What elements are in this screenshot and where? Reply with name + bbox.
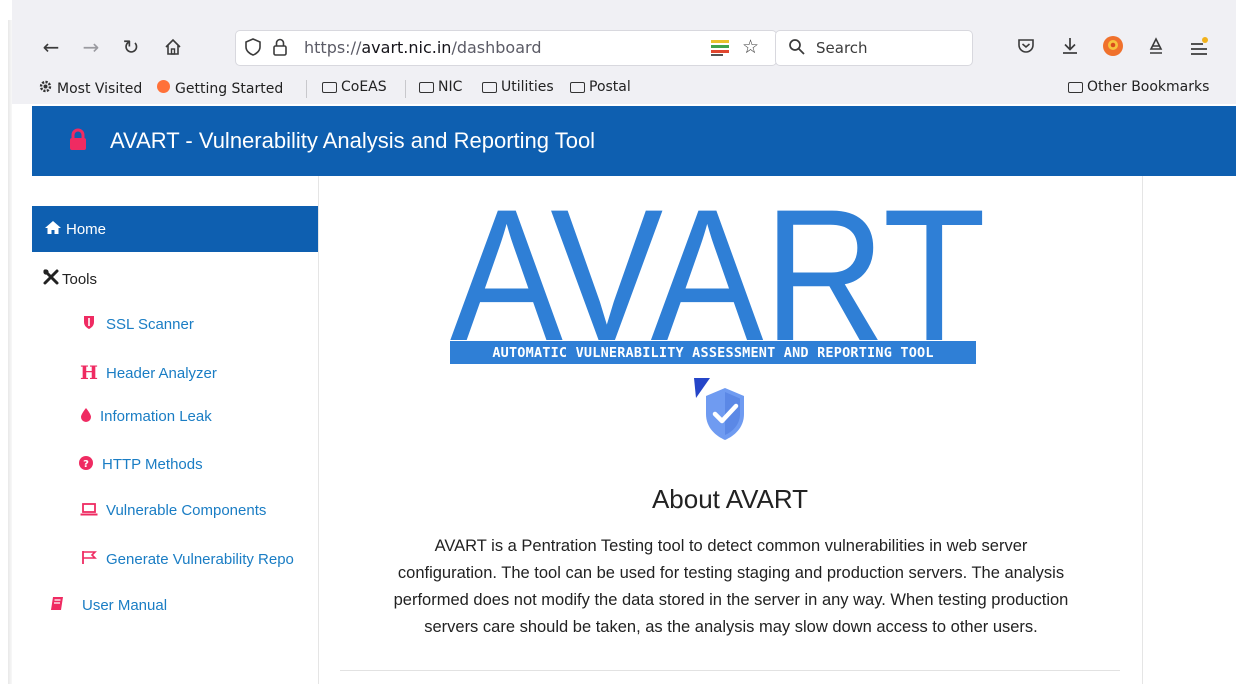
bookmark-most-visited[interactable]: Most Visited <box>38 79 142 98</box>
site-header: AVART - Vulnerability Analysis and Repor… <box>32 106 1236 176</box>
sidebar-item-tools[interactable]: Tools <box>42 268 97 290</box>
gear-icon <box>38 79 53 98</box>
book-icon <box>46 596 68 614</box>
tools-icon <box>42 268 60 290</box>
search-icon <box>788 38 806 60</box>
bookmark-getting-started[interactable]: Getting Started <box>156 79 283 98</box>
home-icon[interactable] <box>158 27 188 67</box>
about-line: performed does not modify the data store… <box>393 591 1069 609</box>
bookmark-star-icon[interactable]: ☆ <box>742 36 759 58</box>
bookmark-coeas[interactable]: CoEAS <box>322 79 387 95</box>
folder-icon <box>1068 81 1083 93</box>
droplet-icon <box>78 408 94 425</box>
downloads-icon[interactable] <box>1060 35 1080 61</box>
about-line: AVART is a Pentration Testing tool to de… <box>434 537 1028 555</box>
bookmark-postal[interactable]: Postal <box>570 79 631 95</box>
folder-icon <box>482 81 497 93</box>
folder-icon <box>570 81 585 93</box>
about-line: servers care should be taken, as the ana… <box>424 618 1038 636</box>
folder-icon <box>419 81 434 93</box>
laptop-icon <box>78 502 100 519</box>
pocket-icon[interactable] <box>1016 36 1036 60</box>
logo-text: AVART <box>450 184 986 344</box>
shield-check-icon <box>692 376 752 446</box>
forward-arrow-icon[interactable]: → <box>76 27 106 67</box>
sidebar-item-information-leak[interactable]: Information Leak <box>78 408 212 425</box>
lock-icon <box>68 128 88 156</box>
firefox-icon <box>156 79 171 98</box>
folder-icon <box>322 81 337 93</box>
extension-icon[interactable] <box>1102 35 1124 61</box>
logo-tagline: AUTOMATIC VULNERABILITY ASSESSMENT AND R… <box>450 341 976 364</box>
browser-window: ← → ↻ https://avart.nic.in/dashboard ☆ S… <box>12 0 1236 684</box>
sidebar: Home Tools SSL Scanner H Header Analyzer… <box>32 176 318 684</box>
reload-icon[interactable]: ↻ <box>116 27 146 67</box>
sidebar-item-header-analyzer[interactable]: H Header Analyzer <box>78 362 217 384</box>
home-icon <box>44 220 62 239</box>
menu-icon[interactable] <box>1188 35 1210 61</box>
tracking-shield-icon[interactable] <box>244 37 262 61</box>
h-letter-icon: H <box>80 362 98 384</box>
sidebar-item-generate-report[interactable]: Generate Vulnerability Repo <box>78 550 294 568</box>
url-text[interactable]: https://avart.nic.in/dashboard <box>304 38 541 57</box>
sidebar-item-http-methods[interactable]: ? HTTP Methods <box>78 456 203 473</box>
bookmark-other[interactable]: Other Bookmarks <box>1068 79 1209 95</box>
bookmarks-bar: Most Visited Getting Started CoEAS NIC U… <box>12 74 1236 104</box>
sidebar-item-ssl-scanner[interactable]: SSL Scanner <box>78 315 194 333</box>
svg-text:?: ? <box>83 459 89 470</box>
sidebar-item-user-manual[interactable]: User Manual <box>46 596 167 614</box>
browser-toolbar: ← → ↻ https://avart.nic.in/dashboard ☆ S… <box>12 0 1236 74</box>
sidebar-item-home[interactable]: Home <box>32 206 318 252</box>
divider <box>340 670 1120 671</box>
url-bar[interactable]: https://avart.nic.in/dashboard ☆ <box>236 31 776 65</box>
back-arrow-icon[interactable]: ← <box>36 27 66 67</box>
search-box[interactable]: Search <box>776 31 972 65</box>
bookmark-utilities[interactable]: Utilities <box>482 79 554 95</box>
about-title: About AVART <box>651 484 809 514</box>
shield-icon <box>78 315 100 333</box>
site-title: AVART - Vulnerability Analysis and Repor… <box>110 128 596 153</box>
about-line: configuration. The tool can be used for … <box>397 564 1065 582</box>
bookmark-nic[interactable]: NIC <box>419 79 462 95</box>
extensions-puzzle-icon[interactable] <box>1146 35 1166 61</box>
about-description: AVART is a Pentration Testing tool to de… <box>338 533 1124 641</box>
sidebar-item-vulnerable-components[interactable]: Vulnerable Components <box>78 502 266 519</box>
question-circle-icon: ? <box>78 456 94 473</box>
flag-icon <box>78 550 100 568</box>
padlock-icon[interactable] <box>272 37 288 61</box>
search-placeholder: Search <box>816 39 868 57</box>
reader-view-icon[interactable] <box>710 39 730 61</box>
